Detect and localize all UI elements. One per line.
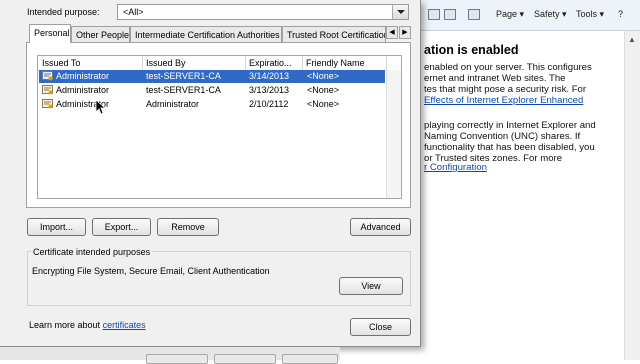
tab-scroll-arrows: ◀ ▶ [386,26,412,40]
intended-purposes-text: Encrypting File System, Secure Email, Cl… [32,266,270,276]
underlying-button [282,354,338,364]
chevron-down-icon[interactable] [392,5,408,19]
column-divider[interactable] [245,56,246,70]
esc-effects-link-text[interactable]: Effects of Internet Explorer Enhanced [424,95,583,106]
safety-menu[interactable]: Safety ▾ [534,9,567,20]
tab-personal[interactable]: Personal [29,24,71,43]
page-heading: ation is enabled [424,43,519,57]
cell-expiration: 3/13/2013 [249,85,290,95]
certificate-icon [42,85,53,95]
underlying-button [214,354,276,364]
page-paragraph-line: enabled on your server. This configures [424,62,592,73]
cell-issued-by: test-SERVER1-CA [146,85,221,95]
feeds-icon[interactable] [444,9,459,21]
safety-menu-label: Safety [534,9,560,19]
cell-friendly-name: <None> [307,71,340,81]
page-paragraph-line: ernet and intranet Web sites. The [424,73,566,84]
certificates-link[interactable]: certificates [103,320,146,330]
intended-purpose-select[interactable]: <All> [117,4,409,20]
home-icon[interactable] [428,9,443,21]
column-header-issued-to[interactable]: Issued To [42,58,142,68]
tab-label: Intermediate Certification Authorities [135,30,280,40]
intended-purpose-value: <All> [123,7,144,17]
tab-label: Personal [34,28,70,38]
page-menu[interactable]: Page ▾ [496,9,524,20]
configuration-link-text[interactable]: r Configuration [424,162,487,173]
tools-menu[interactable]: Tools ▾ [576,9,604,20]
cell-issued-to: Administrator [56,85,110,95]
esc-effects-link[interactable]: Effects of Internet Explorer Enhanced [424,95,583,106]
learn-more-prefix: Learn more about [29,320,101,330]
cell-expiration: 3/14/2013 [249,71,290,81]
certificate-icon [42,71,53,81]
cell-friendly-name: <None> [307,85,340,95]
column-divider[interactable] [386,56,387,70]
page-menu-label: Page [496,9,518,19]
close-button[interactable]: Close [350,318,411,336]
table-row[interactable]: Administrator Administrator 2/10/2112 <N… [39,98,385,111]
page-paragraph-line: playing correctly in Internet Explorer a… [424,120,596,131]
page-paragraph-line: tes that might pose a security risk. For [424,84,587,95]
mouse-cursor-icon [95,99,105,115]
certificate-icon [42,99,53,109]
cell-issued-to: Administrator [56,71,110,81]
export-button[interactable]: Export... [92,218,151,236]
cell-issued-by: Administrator [146,99,200,109]
cell-issued-by: test-SERVER1-CA [146,71,221,81]
list-scrollbar[interactable] [386,70,401,198]
help-icon[interactable]: ? [618,9,623,19]
intended-purposes-title: Certificate intended purposes [31,247,153,257]
column-header-friendly-name[interactable]: Friendly Name [306,58,386,68]
print-icon[interactable] [468,9,483,21]
chevron-left-icon[interactable]: ◀ [386,26,398,39]
cell-expiration: 2/10/2112 [249,99,289,109]
view-button[interactable]: View [339,277,403,295]
tab-trusted-root[interactable]: Trusted Root Certification [282,26,386,42]
tools-menu-label: Tools [576,9,598,19]
cell-friendly-name: <None> [307,99,340,109]
scroll-up-icon[interactable]: ▲ [628,35,636,44]
page-paragraph-line: Naming Convention (UNC) shares. If [424,131,581,142]
tab-other-people[interactable]: Other People [71,26,130,42]
import-button[interactable]: Import... [27,218,86,236]
configuration-link[interactable]: r Configuration [424,162,487,173]
table-row[interactable]: Administrator test-SERVER1-CA 3/13/2013 … [39,84,385,97]
underlying-button [146,354,208,364]
tab-label: Other People [76,30,130,40]
column-divider[interactable] [142,56,143,70]
browser-scrollbar[interactable]: ▲ [624,31,640,360]
list-header: Issued To Issued By Expiratio... Friendl… [38,56,401,71]
advanced-button[interactable]: Advanced [350,218,411,236]
remove-button[interactable]: Remove [157,218,219,236]
tab-intermediate-ca[interactable]: Intermediate Certification Authorities [130,26,282,42]
table-row[interactable]: Administrator test-SERVER1-CA 3/14/2013 … [39,70,385,83]
page-paragraph-line: functionality that has been disabled, yo… [424,142,595,153]
tab-label: Trusted Root Certification [287,30,386,40]
column-header-expiration[interactable]: Expiratio... [249,58,301,68]
certificate-list[interactable]: Issued To Issued By Expiratio... Friendl… [37,55,402,199]
column-header-issued-by[interactable]: Issued By [146,58,244,68]
column-divider[interactable] [302,56,303,70]
learn-more-text: Learn more about certificates [29,320,146,330]
chevron-right-icon[interactable]: ▶ [399,26,411,39]
intended-purpose-label: Intended purpose: [27,7,100,17]
